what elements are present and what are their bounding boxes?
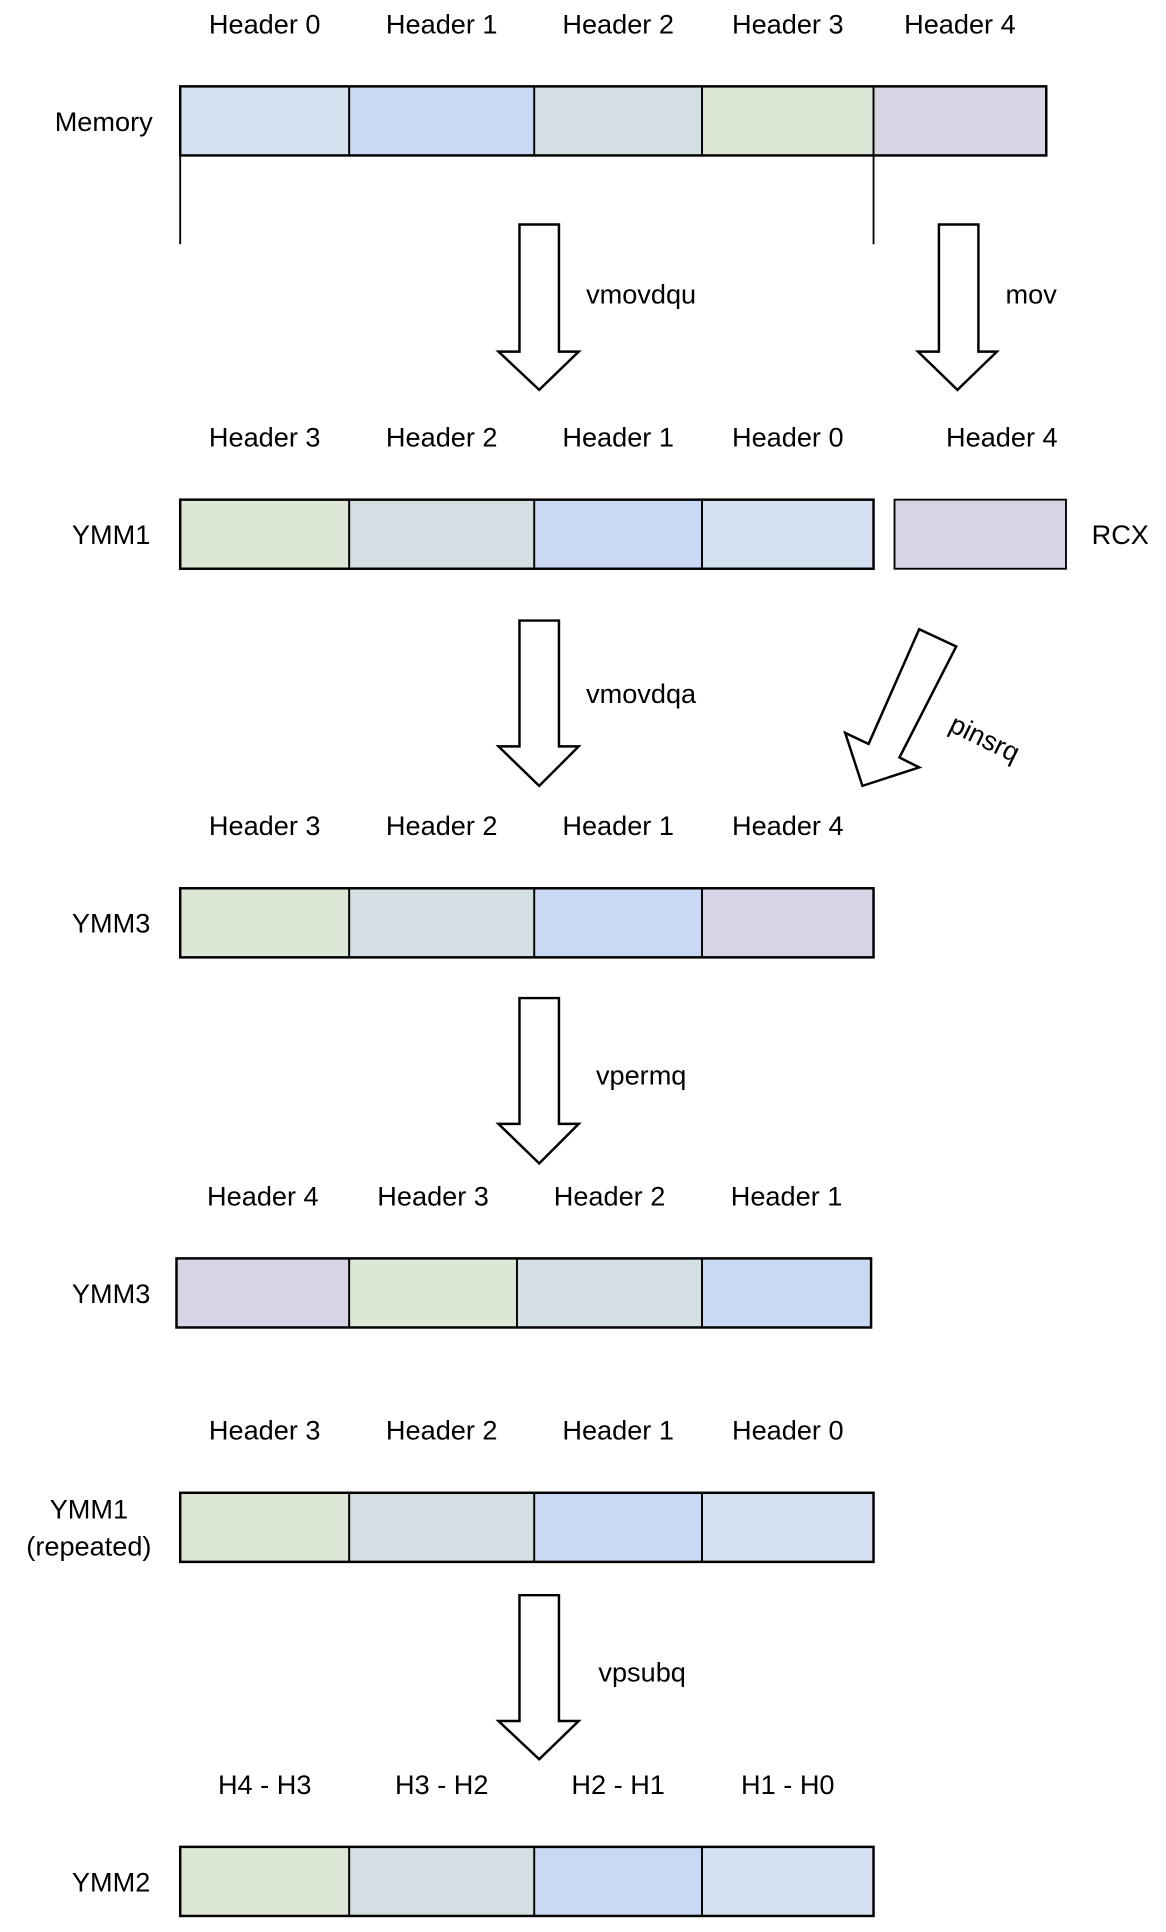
cell-header-label: Header 3 [209,422,321,453]
register-cell [701,1845,875,1917]
arrow-down-icon [495,619,582,788]
register-name: YMM3 [72,908,150,939]
register-cell [348,498,536,570]
rcx-register-name: RCX [1092,519,1149,550]
cell-header-label: Header 0 [209,8,321,39]
cell-header-label: Header 0 [732,1415,844,1446]
rcx-header-label: Header 4 [946,422,1058,453]
cell-header-label: Header 4 [732,810,844,841]
register-cell [533,85,703,157]
cell-header-label: Header 1 [562,422,674,453]
cell-header-label: H1 - H0 [741,1769,834,1800]
cell-header-label: Header 2 [386,1415,498,1446]
register-name: YMM1 [72,519,150,550]
register-cell [348,1491,536,1563]
cell-header-label: H3 - H2 [395,1769,488,1800]
register-cell [179,85,351,157]
register-row: Header 3 Header 2 Header 1 Header 0 YMM1 Head… [72,422,1149,570]
cell-header-label: Header 4 [904,8,1016,39]
register-cell [701,85,875,157]
op-label-mov: mov [1006,278,1058,309]
register-cell [348,1845,536,1917]
register-cell [179,887,351,959]
register-name: Memory [55,106,153,137]
cell-header-label: Header 1 [562,1415,674,1446]
register-name: YMM3 [72,1278,150,1309]
register-cell [533,498,703,570]
register-row: Header 4 Header 3 Header 2 Header 1 YMM3 [72,1180,873,1329]
register-name: YMM1 [50,1494,128,1525]
op-label-vmovdqa: vmovdqa [586,678,697,709]
arrow-down-icon [495,996,582,1166]
register-name: YMM2 [72,1866,150,1897]
register-cell [516,1257,703,1329]
register-cell [872,85,1048,157]
arrow-down-icon [914,223,1000,392]
cell-header-label: Header 2 [562,8,674,39]
register-cell [701,1257,872,1329]
cell-header-label: Header 4 [207,1180,319,1211]
cell-header-label: H2 - H1 [571,1769,664,1800]
cell-header-label: Header 0 [732,422,844,453]
cell-header-label: Header 1 [731,1180,843,1211]
op-label-pinsrq: pinsrq [945,708,1025,768]
cell-header-label: Header 3 [732,8,844,39]
op-label-vmovdqu: vmovdqu [586,278,696,309]
arrow-diagonal-icon [843,627,958,788]
register-cell [175,1257,351,1329]
register-cell [533,1845,703,1917]
register-name: (repeated) [26,1531,151,1562]
register-cell [348,1257,518,1329]
cell-header-label: Header 2 [386,422,498,453]
register-cell [701,887,875,959]
cell-header-label: Header 1 [562,810,674,841]
register-row: Header 3 Header 2 Header 1 Header 0 YMM1 (rep… [26,1415,875,1564]
register-row: Header 0 Header 1 Header 2 Header 3 Header 4… [55,8,1048,157]
register-row: H4 - H3 H3 - H2 H2 - H1 H1 - H0 YMM2 [72,1769,875,1918]
op-label-vpermq: vpermq [596,1059,686,1090]
arrow-down-icon [495,223,582,392]
register-cell [348,85,536,157]
register-cell [179,1491,351,1563]
cell-header-label: Header 3 [209,810,321,841]
cell-header-label: Header 2 [386,810,498,841]
register-cell [533,1491,703,1563]
register-cell [348,887,536,959]
cell-header-label: Header 1 [386,8,498,39]
rcx-register-cell [893,498,1067,570]
op-label-vpsubq: vpsubq [598,1657,685,1688]
register-cell [179,1845,351,1917]
register-cell [179,498,351,570]
cell-header-label: Header 3 [377,1180,489,1211]
cell-header-label: Header 3 [209,1415,321,1446]
simd-header-diagram: Header 0 Header 1 Header 2 Header 3 Header 4… [26,8,1149,1918]
register-cell [701,498,875,570]
cell-header-label: H4 - H3 [218,1769,311,1800]
arrow-down-icon [495,1593,582,1761]
register-cell [701,1491,875,1563]
cell-header-label: Header 2 [554,1180,666,1211]
register-cell [533,887,703,959]
register-row: Header 3 Header 2 Header 1 Header 4 YMM3 [72,810,875,959]
